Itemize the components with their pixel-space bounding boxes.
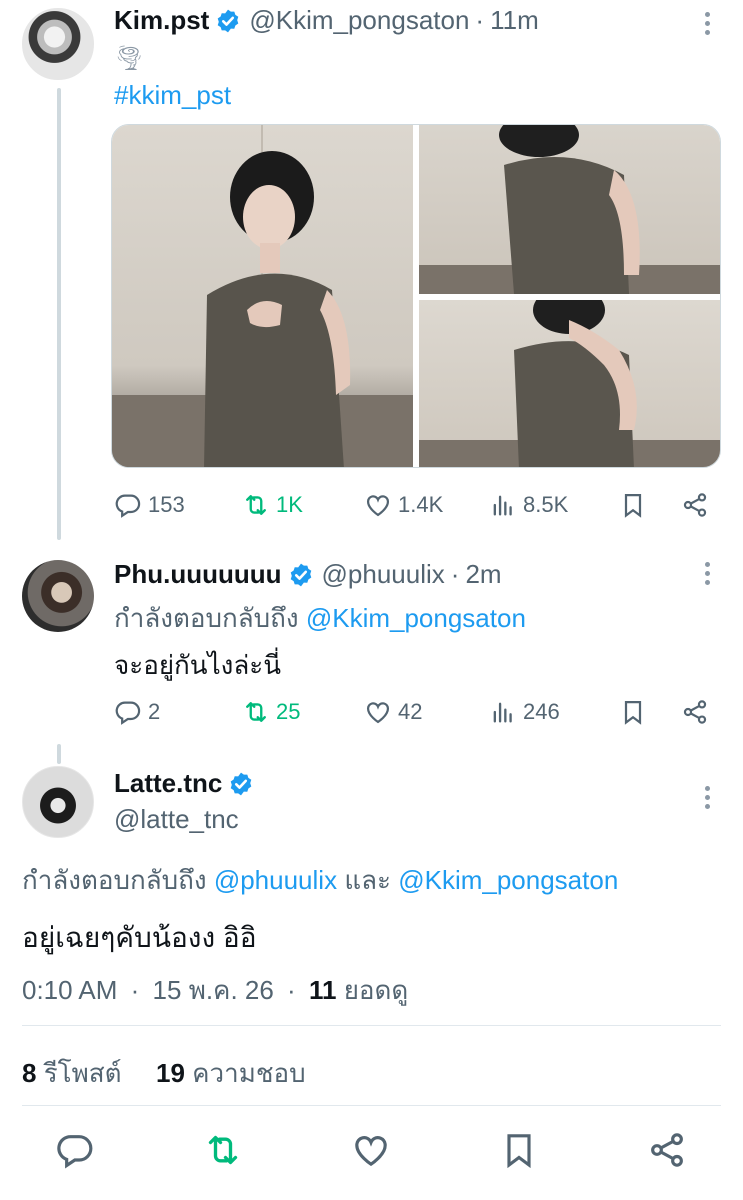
likes-label: ความชอบ (192, 1058, 306, 1088)
like-count: 1.4K (398, 492, 444, 517)
photo-1[interactable] (112, 125, 413, 467)
retweet-icon[interactable] (203, 1130, 243, 1170)
photo-2[interactable] (419, 125, 720, 294)
avatar[interactable] (22, 766, 94, 838)
engagement-stats: 8 รีโพสต์ 19 ความชอบ (22, 1053, 306, 1094)
views-count: 8.5K (523, 492, 569, 517)
tweet-date: 15 พ.ค. 26 (152, 975, 274, 1005)
retweet-button[interactable]: 1K (242, 491, 364, 519)
bookmark-icon (624, 493, 642, 518)
views-count: 11 (308, 975, 337, 1005)
tweet-header: Phu.uuuuuuu @phuuulix · 2m (114, 559, 502, 590)
tweet-header: Kim.pst @Kkim_pongsaton · 11m (114, 5, 539, 36)
verified-badge-icon (218, 9, 239, 32)
reply-icon[interactable] (55, 1130, 95, 1170)
like-icon (366, 495, 390, 517)
like-count: 42 (398, 699, 423, 724)
views-icon (493, 495, 512, 516)
reposts-label: รีโพสต์ (43, 1058, 122, 1088)
tweet-text: จะอยู่กันไงล่ะนี่ (114, 650, 282, 680)
bookmark-button[interactable] (619, 491, 681, 519)
reply-prefix: กำลังตอบกลับถึง (22, 865, 207, 895)
thread-line (57, 744, 61, 764)
like-button[interactable]: 1.4K (364, 491, 489, 519)
share-button[interactable] (681, 698, 715, 726)
tweet-actions: 153 1K 1.4K 8.5K (114, 485, 715, 525)
bookmark-icon[interactable] (499, 1130, 539, 1170)
like-icon (366, 702, 390, 724)
reply-context: กำลังตอบกลับถึง @Kkim_pongsaton (114, 598, 526, 639)
retweet-count: 25 (276, 699, 301, 724)
user-handle[interactable]: @latte_tnc (114, 804, 239, 835)
tweet-timestamp[interactable]: 0:10 AM · 15 พ.ค. 26 · 11 ยอดดู (22, 970, 408, 1011)
reply-icon (115, 701, 141, 725)
hashtag-link[interactable]: #kkim_pst (114, 80, 231, 111)
reply-count: 153 (148, 492, 185, 517)
retweet-count: 1K (276, 492, 303, 517)
tweet-actions: 2 25 42 246 (114, 692, 715, 732)
reposts-stat[interactable]: 8 รีโพสต์ (22, 1058, 122, 1088)
bookmark-button[interactable] (619, 698, 681, 726)
reply-button[interactable]: 153 (114, 491, 242, 519)
reply-conjunction: และ (344, 865, 391, 895)
more-icon[interactable] (692, 558, 722, 588)
display-name[interactable]: Phu.uuuuuuu (114, 559, 282, 590)
verified-badge-icon (290, 563, 311, 586)
reply-context: กำลังตอบกลับถึง @phuuulix และ @Kkim_pong… (22, 860, 618, 901)
avatar[interactable] (22, 560, 94, 632)
tweet-time[interactable]: 11m (490, 5, 539, 36)
divider (22, 1025, 721, 1026)
views-count: 246 (523, 699, 560, 724)
more-icon[interactable] (692, 782, 722, 812)
retweet-icon (246, 495, 266, 515)
tweet-text: อยู่เฉยๆคับน้องง อิอิ (22, 922, 257, 953)
tweet-time[interactable]: 2m (465, 559, 501, 590)
thread-line (57, 88, 61, 540)
reply-count: 2 (148, 699, 161, 724)
likes-stat[interactable]: 19 ความชอบ (156, 1058, 306, 1088)
display-name[interactable]: Kim.pst (114, 5, 209, 36)
mention-link[interactable]: @Kkim_pongsaton (306, 603, 526, 633)
media-grid[interactable] (111, 124, 721, 468)
mention-link[interactable]: @phuuulix (214, 865, 337, 895)
tweet-time: 0:10 AM (22, 975, 118, 1005)
user-handle[interactable]: @phuuulix (322, 559, 445, 590)
tornado-emoji: 🌪 (114, 45, 145, 72)
like-icon[interactable] (351, 1130, 391, 1170)
reply-button[interactable]: 2 (114, 698, 242, 726)
display-name[interactable]: Latte.tnc (114, 768, 222, 799)
reposts-count: 8 (22, 1058, 37, 1088)
share-icon[interactable] (647, 1130, 687, 1170)
views-label: ยอดดู (343, 975, 409, 1005)
share-button[interactable] (681, 491, 715, 519)
avatar[interactable] (22, 8, 94, 80)
photo-3[interactable] (419, 300, 720, 467)
handle-row: @latte_tnc (114, 804, 239, 835)
views-button[interactable]: 246 (489, 698, 619, 726)
share-icon (683, 493, 707, 517)
bottom-action-bar (0, 1128, 743, 1178)
more-icon[interactable] (692, 8, 722, 38)
like-button[interactable]: 42 (364, 698, 489, 726)
retweet-button[interactable]: 25 (242, 698, 364, 726)
share-icon (683, 700, 707, 724)
views-button[interactable]: 8.5K (489, 491, 619, 519)
tweet-header: Latte.tnc (114, 768, 262, 799)
verified-badge-icon (231, 772, 252, 795)
likes-count: 19 (156, 1058, 185, 1088)
reply-icon (115, 494, 141, 518)
user-handle[interactable]: @Kkim_pongsaton (249, 5, 469, 36)
views-icon (493, 702, 512, 723)
mention-link[interactable]: @Kkim_pongsaton (398, 865, 618, 895)
retweet-icon (246, 702, 266, 722)
reply-prefix: กำลังตอบกลับถึง (114, 603, 299, 633)
bookmark-icon (624, 700, 642, 725)
divider (22, 1105, 721, 1106)
